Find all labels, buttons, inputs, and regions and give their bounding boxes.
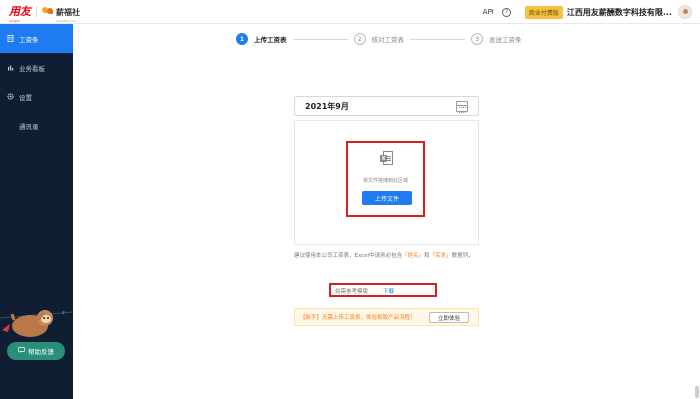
- sidebar-item-label: 业务看板: [19, 64, 45, 73]
- plan-badge: 商业付费版: [524, 5, 563, 19]
- step-upload: 1 上传工资表: [236, 33, 287, 45]
- scrollbar[interactable]: [695, 386, 699, 398]
- step-label: 发送工资条: [489, 36, 522, 44]
- step-verify: 2 核对工资表: [353, 33, 405, 45]
- help-icon[interactable]: ?: [501, 7, 511, 17]
- step-number: 3: [471, 33, 483, 45]
- help-feedback-label: 帮助反馈: [28, 348, 54, 356]
- svg-text:z: z: [62, 310, 65, 316]
- template-download-box: 如需参考模版 下载: [329, 283, 437, 297]
- excel-file-icon: X: [380, 151, 394, 167]
- sidebar-item-dashboard[interactable]: 业务看板: [0, 53, 73, 82]
- main-content: 1 上传工资表 2 核对工资表 3 发送工资条 2021年9月 X 将文件拖拽到…: [73, 24, 700, 399]
- company-name[interactable]: 江西用友薪酬数字科技有限...: [567, 7, 672, 18]
- step-divider: [410, 38, 465, 40]
- umbrella-icon: [42, 6, 54, 17]
- novice-banner: 【新手】无需上传工资表，体验极致产品流程！ 立即体验: [294, 308, 479, 326]
- avatar[interactable]: [678, 5, 692, 19]
- api-link[interactable]: API: [483, 8, 494, 16]
- logo-url: xinfushe.com: [56, 19, 77, 23]
- template-text: 如需参考模版: [335, 289, 369, 295]
- step-indicator: 1 上传工资表 2 核对工资表 3 发送工资条: [236, 33, 522, 45]
- download-link[interactable]: 下载: [383, 287, 394, 295]
- sidebar-item-settings[interactable]: 设置: [0, 82, 73, 111]
- doc-icon: [7, 35, 14, 42]
- help-feedback-button[interactable]: 帮助反馈: [7, 342, 65, 360]
- step-send: 3 发送工资条: [471, 33, 522, 45]
- calendar-icon[interactable]: [456, 101, 468, 113]
- sidebar-item-payslip[interactable]: 工资条: [0, 24, 73, 53]
- sloth-mascot-icon: z: [0, 310, 73, 337]
- banner-text: 【新手】无需上传工资表，体验极致产品流程！: [300, 315, 416, 321]
- chart-icon: [7, 64, 14, 71]
- logo-yonyou: 用友: [9, 5, 31, 18]
- step-label: 上传工资表: [254, 36, 287, 44]
- chat-icon: [18, 347, 25, 355]
- sidebar-item-label: 设置: [19, 93, 32, 102]
- sidebar-item-label: 通讯录: [19, 122, 39, 131]
- month-value: 2021年9月: [305, 101, 349, 111]
- step-divider: [292, 38, 348, 40]
- step-label: 核对工资表: [371, 36, 405, 44]
- sidebar: 工资条 业务看板 设置 通讯录 z 帮助反馈: [0, 24, 73, 399]
- logo[interactable]: 用友 yonyou 薪福社 xinfushe.com: [9, 0, 80, 23]
- logo-xinfushe: 薪福社: [56, 8, 80, 17]
- logo-yonyou-sub: yonyou: [9, 19, 21, 23]
- upload-dropzone[interactable]: X 将文件拖拽到此区域 上传文件: [294, 120, 479, 245]
- sidebar-item-contacts[interactable]: 通讯录: [0, 111, 73, 140]
- drag-hint: 将文件拖拽到此区域: [362, 178, 408, 184]
- gear-icon: [7, 93, 14, 100]
- step-number: 1: [236, 33, 248, 45]
- top-bar: 用友 yonyou 薪福社 xinfushe.com API ? 商业付费版 江…: [0, 0, 700, 24]
- upload-tip: 建议使用本公司工资表，Excel中请务必包含「姓名」和「实发」数据列，: [294, 253, 474, 259]
- month-picker[interactable]: 2021年9月: [294, 96, 479, 116]
- upload-file-button[interactable]: 上传文件: [362, 191, 412, 205]
- sidebar-item-label: 工资条: [19, 35, 39, 44]
- upload-highlight: X 将文件拖拽到此区域 上传文件: [346, 141, 425, 217]
- logo-divider: [36, 5, 37, 18]
- step-number: 2: [353, 33, 366, 45]
- try-now-button[interactable]: 立即体验: [429, 312, 469, 323]
